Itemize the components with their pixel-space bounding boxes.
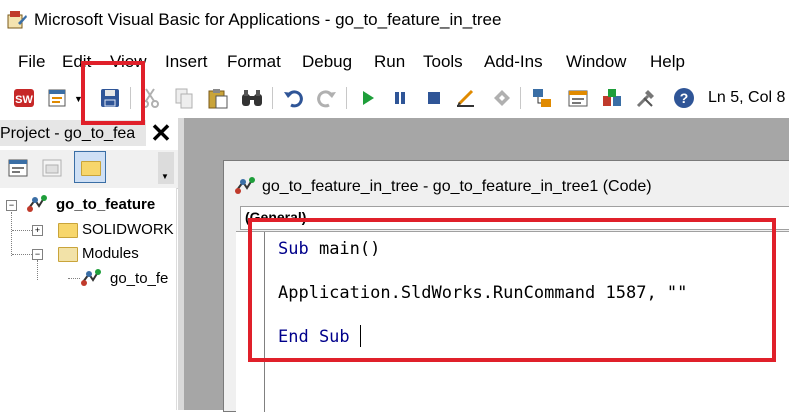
close-icon[interactable]: ✕ bbox=[148, 119, 174, 147]
menu-tools[interactable]: Tools bbox=[423, 52, 463, 72]
save-button-highlight bbox=[81, 61, 145, 125]
module-icon bbox=[234, 175, 256, 197]
tree-guide bbox=[37, 260, 38, 280]
object-browser-icon[interactable] bbox=[600, 86, 624, 110]
toolbar-separator bbox=[272, 87, 273, 109]
copy-icon[interactable] bbox=[172, 86, 196, 110]
project-tree: − go_to_feature + SOLIDWORK − Modules go… bbox=[0, 188, 177, 410]
expand-toggle[interactable]: + bbox=[32, 225, 43, 236]
tree-guide bbox=[68, 278, 80, 279]
tree-guide bbox=[11, 212, 12, 256]
project-explorer-panel: Project - go_to_fea ✕ ▼ − go_to_feature … bbox=[0, 118, 182, 410]
tree-module-item[interactable]: go_to_fe bbox=[110, 270, 168, 287]
view-code-icon[interactable] bbox=[6, 156, 30, 180]
procedure-icon[interactable] bbox=[490, 86, 514, 110]
tree-modules-folder[interactable]: Modules bbox=[82, 245, 139, 262]
open-folder-icon bbox=[58, 247, 78, 262]
vba-app-icon bbox=[6, 9, 28, 31]
properties-icon[interactable] bbox=[566, 86, 590, 110]
find-icon[interactable] bbox=[240, 86, 264, 110]
undo-icon[interactable] bbox=[282, 86, 306, 110]
project-explorer-icon[interactable] bbox=[530, 86, 554, 110]
menu-file[interactable]: File bbox=[18, 52, 45, 72]
solidworks-icon[interactable]: SW bbox=[12, 86, 36, 110]
toolbar-separator bbox=[346, 87, 347, 109]
toggle-folders-button[interactable] bbox=[74, 151, 106, 183]
project-explorer-title: Project - go_to_fea bbox=[0, 125, 136, 142]
menu-help[interactable]: Help bbox=[650, 52, 685, 72]
collapse-toggle[interactable]: − bbox=[32, 249, 43, 260]
design-mode-icon[interactable] bbox=[454, 86, 478, 110]
break-icon[interactable] bbox=[388, 86, 412, 110]
toolbar-separator bbox=[520, 87, 521, 109]
vba-project-icon bbox=[26, 194, 48, 214]
collapse-toggle[interactable]: − bbox=[6, 200, 17, 211]
view-object-icon[interactable] bbox=[40, 156, 64, 180]
reset-icon[interactable] bbox=[422, 86, 446, 110]
help-icon[interactable]: ? bbox=[672, 86, 696, 110]
tree-guide bbox=[12, 230, 34, 231]
menu-window[interactable]: Window bbox=[566, 52, 626, 72]
svg-text:SW: SW bbox=[15, 94, 33, 106]
title-bar: Microsoft Visual Basic for Applications … bbox=[0, 0, 789, 44]
code-highlight bbox=[248, 218, 776, 362]
menu-debug[interactable]: Debug bbox=[302, 52, 352, 72]
project-explorer-toolbar: ▼ bbox=[0, 150, 182, 189]
insert-module-icon[interactable] bbox=[46, 86, 70, 110]
paste-icon[interactable] bbox=[206, 86, 230, 110]
run-icon[interactable] bbox=[356, 86, 380, 110]
tree-guide bbox=[12, 254, 34, 255]
project-scrollbar[interactable]: ▼ bbox=[158, 152, 174, 184]
tree-solidworks-objects[interactable]: SOLIDWORK bbox=[82, 221, 174, 238]
tree-root-project[interactable]: go_to_feature bbox=[56, 196, 155, 213]
cursor-position-status: Ln 5, Col 8 bbox=[708, 89, 786, 106]
redo-icon[interactable] bbox=[314, 86, 338, 110]
menu-add-ins[interactable]: Add-Ins bbox=[484, 52, 543, 72]
menu-run[interactable]: Run bbox=[374, 52, 405, 72]
menu-format[interactable]: Format bbox=[227, 52, 281, 72]
svg-text:?: ? bbox=[680, 90, 689, 106]
window-title: Microsoft Visual Basic for Applications … bbox=[34, 10, 502, 29]
code-window-title: go_to_feature_in_tree - go_to_feature_in… bbox=[262, 178, 652, 195]
folder-icon bbox=[58, 223, 78, 238]
module-icon bbox=[80, 268, 102, 288]
toolbox-icon[interactable] bbox=[634, 86, 658, 110]
menu-insert[interactable]: Insert bbox=[165, 52, 208, 72]
